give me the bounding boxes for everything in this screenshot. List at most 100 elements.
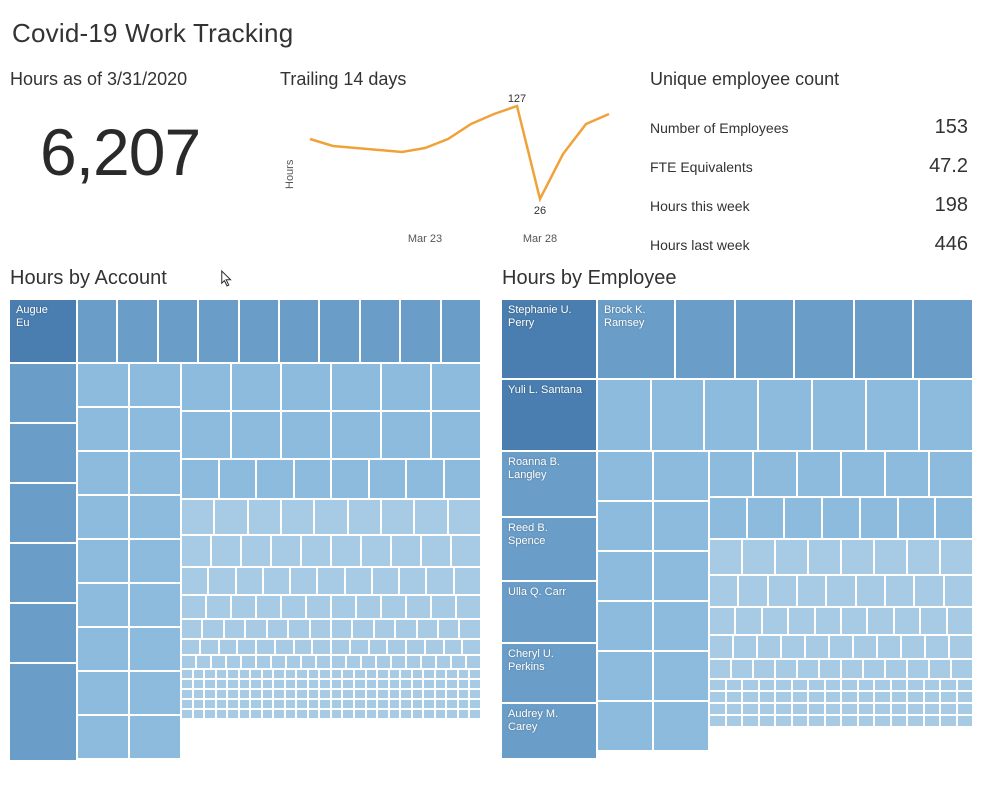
treemap-cell[interactable]: [313, 640, 330, 654]
treemap-cell[interactable]: [362, 536, 390, 566]
treemap-cell[interactable]: [424, 700, 434, 708]
treemap-cell[interactable]: [436, 680, 446, 688]
treemap-cell[interactable]: [842, 716, 857, 726]
treemap-cell[interactable]: [945, 576, 972, 606]
treemap-cell[interactable]: [826, 692, 841, 702]
treemap-cell[interactable]: [915, 576, 942, 606]
treemap-cell[interactable]: [320, 690, 330, 698]
treemap-cell[interactable]: [286, 680, 296, 688]
treemap-cell[interactable]: [317, 656, 330, 668]
treemap-cell[interactable]: [401, 670, 411, 678]
treemap-cell[interactable]: [78, 300, 116, 362]
treemap-cell[interactable]: [748, 498, 784, 538]
treemap-cell[interactable]: [388, 640, 405, 654]
treemap-cell[interactable]: [427, 568, 452, 594]
treemap-cell[interactable]: [349, 500, 380, 534]
treemap-cell[interactable]: [710, 716, 725, 726]
treemap-cell[interactable]: [240, 700, 250, 708]
treemap-cell[interactable]: [826, 704, 841, 714]
treemap-cell[interactable]: [220, 640, 237, 654]
treemap-cell[interactable]: [205, 670, 215, 678]
treemap-cell[interactable]: [375, 620, 394, 638]
treemap-cell[interactable]: [257, 596, 280, 618]
treemap-cell[interactable]: [432, 412, 480, 458]
treemap-cell[interactable]: [908, 704, 923, 714]
treemap-cell[interactable]: [240, 300, 278, 362]
treemap-cell[interactable]: [343, 670, 353, 678]
treemap-cell[interactable]: [289, 620, 308, 638]
treemap-cell[interactable]: [447, 700, 457, 708]
treemap-cell[interactable]: [228, 690, 238, 698]
treemap-cell[interactable]: [598, 502, 652, 550]
treemap-cell[interactable]: [343, 690, 353, 698]
treemap-cell[interactable]: [842, 608, 866, 634]
treemap-cell[interactable]: [10, 544, 76, 602]
treemap-cell[interactable]: [842, 704, 857, 714]
treemap-cell[interactable]: [936, 498, 972, 538]
treemap-cell[interactable]: [201, 640, 218, 654]
treemap-cell[interactable]: [182, 700, 192, 708]
treemap-cell[interactable]: [598, 452, 652, 500]
treemap-cell[interactable]: [390, 680, 400, 688]
treemap-cell[interactable]: [432, 364, 480, 410]
treemap-cell[interactable]: [182, 568, 207, 594]
treemap-cell[interactable]: [445, 640, 462, 654]
treemap-cell[interactable]: [357, 596, 380, 618]
treemap-cell[interactable]: [378, 670, 388, 678]
treemap-cell[interactable]: [205, 680, 215, 688]
treemap-cell[interactable]: [830, 636, 852, 658]
treemap-cell[interactable]: [212, 536, 240, 566]
treemap-cell[interactable]: [925, 716, 940, 726]
treemap-cell[interactable]: [268, 620, 287, 638]
treemap-cell[interactable]: [926, 636, 948, 658]
treemap-cell[interactable]: [859, 692, 874, 702]
treemap-cell[interactable]: [194, 680, 204, 688]
treemap-cell[interactable]: [217, 710, 227, 718]
treemap-cell[interactable]: [447, 710, 457, 718]
treemap-cell[interactable]: [958, 680, 973, 690]
treemap-cell[interactable]: [760, 716, 775, 726]
treemap-cell[interactable]: [390, 710, 400, 718]
treemap-cell[interactable]: [205, 690, 215, 698]
treemap-cell[interactable]: [182, 620, 201, 638]
treemap-cell[interactable]: [654, 452, 708, 500]
treemap-cell[interactable]: [902, 636, 924, 658]
treemap-cell[interactable]: [941, 680, 956, 690]
treemap-cell[interactable]: [424, 670, 434, 678]
treemap-cell[interactable]: [272, 656, 285, 668]
treemap-cell[interactable]: [315, 500, 346, 534]
treemap-cell[interactable]: [899, 498, 935, 538]
treemap-cell[interactable]: [886, 660, 906, 678]
treemap-cell[interactable]: [246, 620, 265, 638]
treemap-cell[interactable]: [332, 412, 380, 458]
treemap-cell[interactable]: Stephanie U. Perry: [502, 300, 596, 378]
treemap-cell[interactable]: [182, 412, 230, 458]
treemap-cell[interactable]: [272, 536, 300, 566]
treemap-cell[interactable]: [295, 640, 312, 654]
treemap-cell[interactable]: [426, 640, 443, 654]
treemap-cell[interactable]: [343, 710, 353, 718]
treemap-cell[interactable]: [286, 670, 296, 678]
treemap-cell[interactable]: [302, 656, 315, 668]
treemap-cell[interactable]: [769, 576, 796, 606]
treemap-cell[interactable]: [795, 300, 853, 378]
treemap-cell[interactable]: [182, 680, 192, 688]
treemap-cell[interactable]: [470, 680, 480, 688]
treemap-cell[interactable]: [373, 568, 398, 594]
treemap-cell[interactable]: [710, 576, 737, 606]
treemap-cell[interactable]: Ulla Q. Carr: [502, 582, 596, 642]
treemap-cell[interactable]: [130, 496, 180, 538]
treemap-cell[interactable]: [470, 700, 480, 708]
treemap-cell[interactable]: [798, 576, 825, 606]
treemap-cell[interactable]: [297, 710, 307, 718]
treemap-cell[interactable]: [798, 452, 840, 496]
treemap-cell[interactable]: [396, 620, 415, 638]
treemap-cell[interactable]: [130, 716, 180, 758]
treemap-cell[interactable]: Augue Eu: [10, 300, 76, 362]
treemap-cell[interactable]: [382, 500, 413, 534]
treemap-cell[interactable]: [249, 500, 280, 534]
treemap-cell[interactable]: [727, 680, 742, 690]
treemap-cell[interactable]: [827, 576, 854, 606]
treemap-cell[interactable]: [182, 460, 218, 498]
treemap-cell[interactable]: [705, 380, 757, 450]
